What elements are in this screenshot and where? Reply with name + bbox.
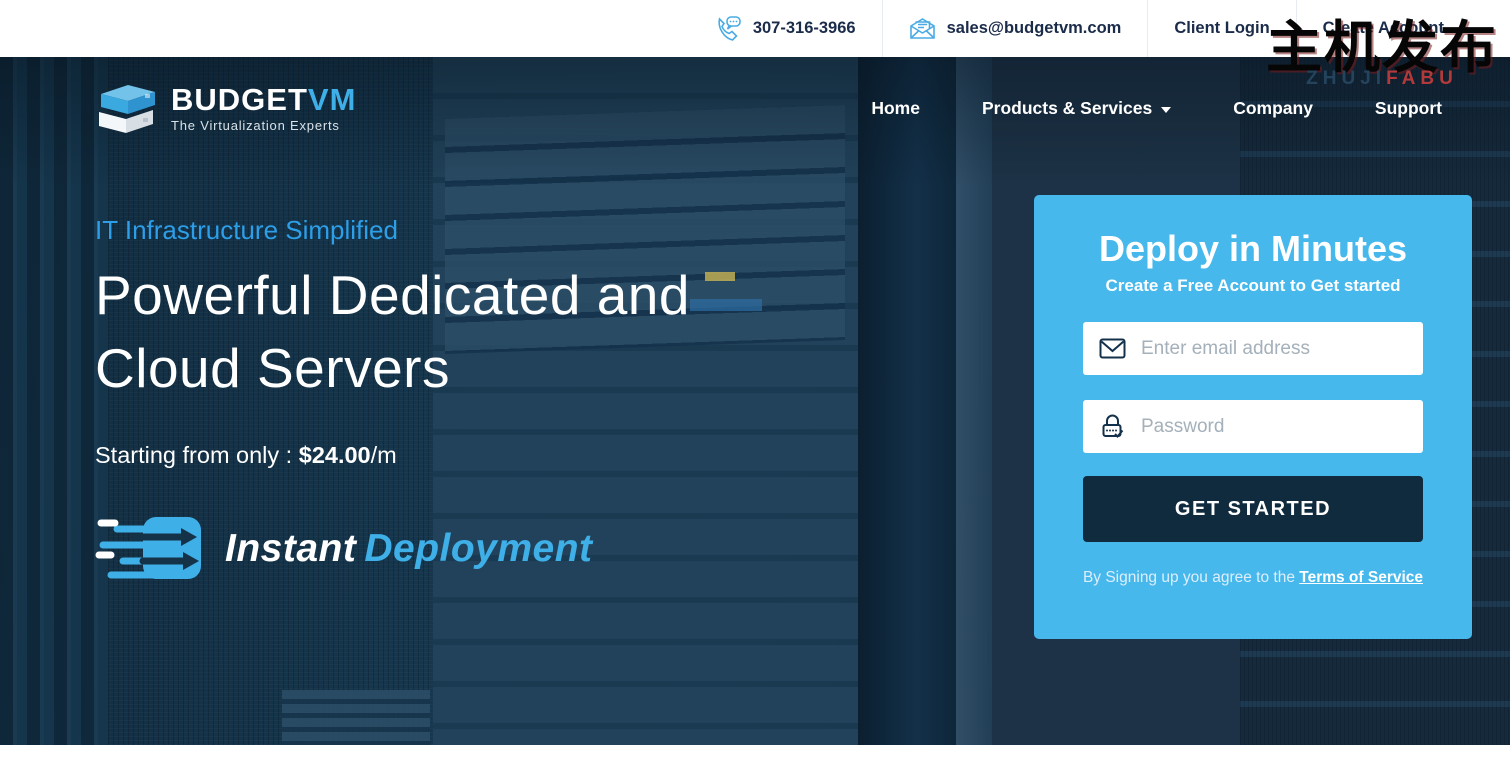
terms-prefix: By Signing up you agree to the [1083,569,1299,586]
server-rack-left [0,57,108,745]
email-address: sales@budgetvm.com [947,19,1122,38]
server-slats-bottom [282,690,430,745]
nav-item-company[interactable]: Company [1233,98,1313,119]
terms-text: By Signing up you agree to the Terms of … [1083,569,1423,587]
envelope-icon [1099,338,1126,359]
rack-pillar [858,57,956,745]
server-label-detail [705,272,735,281]
phone-number: 307-316-3966 [753,19,856,38]
email-input[interactable] [1139,337,1407,361]
main-menu: Home Products & Services Company Support [871,98,1442,119]
brand-tagline: The Virtualization Experts [171,118,356,133]
password-input[interactable] [1139,415,1407,439]
price-prefix: Starting from only : [95,442,299,468]
brand-name: BUDGETVM [171,84,356,115]
headline-line-2: Cloud Servers [95,332,690,405]
topbar: 307-316-3966 sales@budgetvm.com Client L… [0,0,1510,57]
hero-section: BUDGETVM The Virtualization Experts Home… [0,57,1510,745]
email-contact[interactable]: sales@budgetvm.com [883,17,1148,40]
email-icon [909,17,936,40]
headline-line-1: Powerful Dedicated and [95,259,690,332]
hero-kicker: IT Infrastructure Simplified [95,215,690,246]
nav-item-support[interactable]: Support [1375,98,1442,119]
page: 307-316-3966 sales@budgetvm.com Client L… [0,0,1510,770]
email-field[interactable] [1083,322,1423,375]
nav-item-products-services[interactable]: Products & Services [982,98,1171,119]
terms-of-service-link[interactable]: Terms of Service [1299,569,1423,586]
server-bezel-detail [690,299,762,311]
signup-title: Deploy in Minutes [1099,228,1407,270]
instant-deployment-icon [95,511,207,587]
client-login-link[interactable]: Client Login [1148,19,1295,38]
signup-subtitle: Create a Free Account to Get started [1105,276,1400,296]
brand-logo[interactable]: BUDGETVM The Virtualization Experts [95,79,356,137]
main-navbar: BUDGETVM The Virtualization Experts Home… [95,79,1442,137]
hero-headline: Powerful Dedicated and Cloud Servers [95,259,690,405]
rack-door-edge [956,57,992,745]
instant-deployment-badge: InstantDeployment [95,511,690,587]
logo-box-icon [95,79,159,137]
price-line: Starting from only : $24.00/m [95,442,690,469]
create-account-link[interactable]: Create Account [1297,19,1470,38]
phone-icon [715,15,742,42]
get-started-button[interactable]: GET STARTED [1083,476,1423,542]
chevron-down-icon [1161,107,1171,113]
phone-contact[interactable]: 307-316-3966 [689,15,882,42]
price-suffix: /m [371,442,397,468]
price-value: $24.00 [299,442,371,468]
instant-deployment-label: InstantDeployment [225,527,593,571]
lock-icon [1099,413,1126,440]
nav-item-home[interactable]: Home [871,98,920,119]
hero-copy: IT Infrastructure Simplified Powerful De… [95,215,690,587]
signup-card: Deploy in Minutes Create a Free Account … [1034,195,1472,639]
brand-text: BUDGETVM The Virtualization Experts [171,84,356,133]
password-field[interactable] [1083,400,1423,453]
